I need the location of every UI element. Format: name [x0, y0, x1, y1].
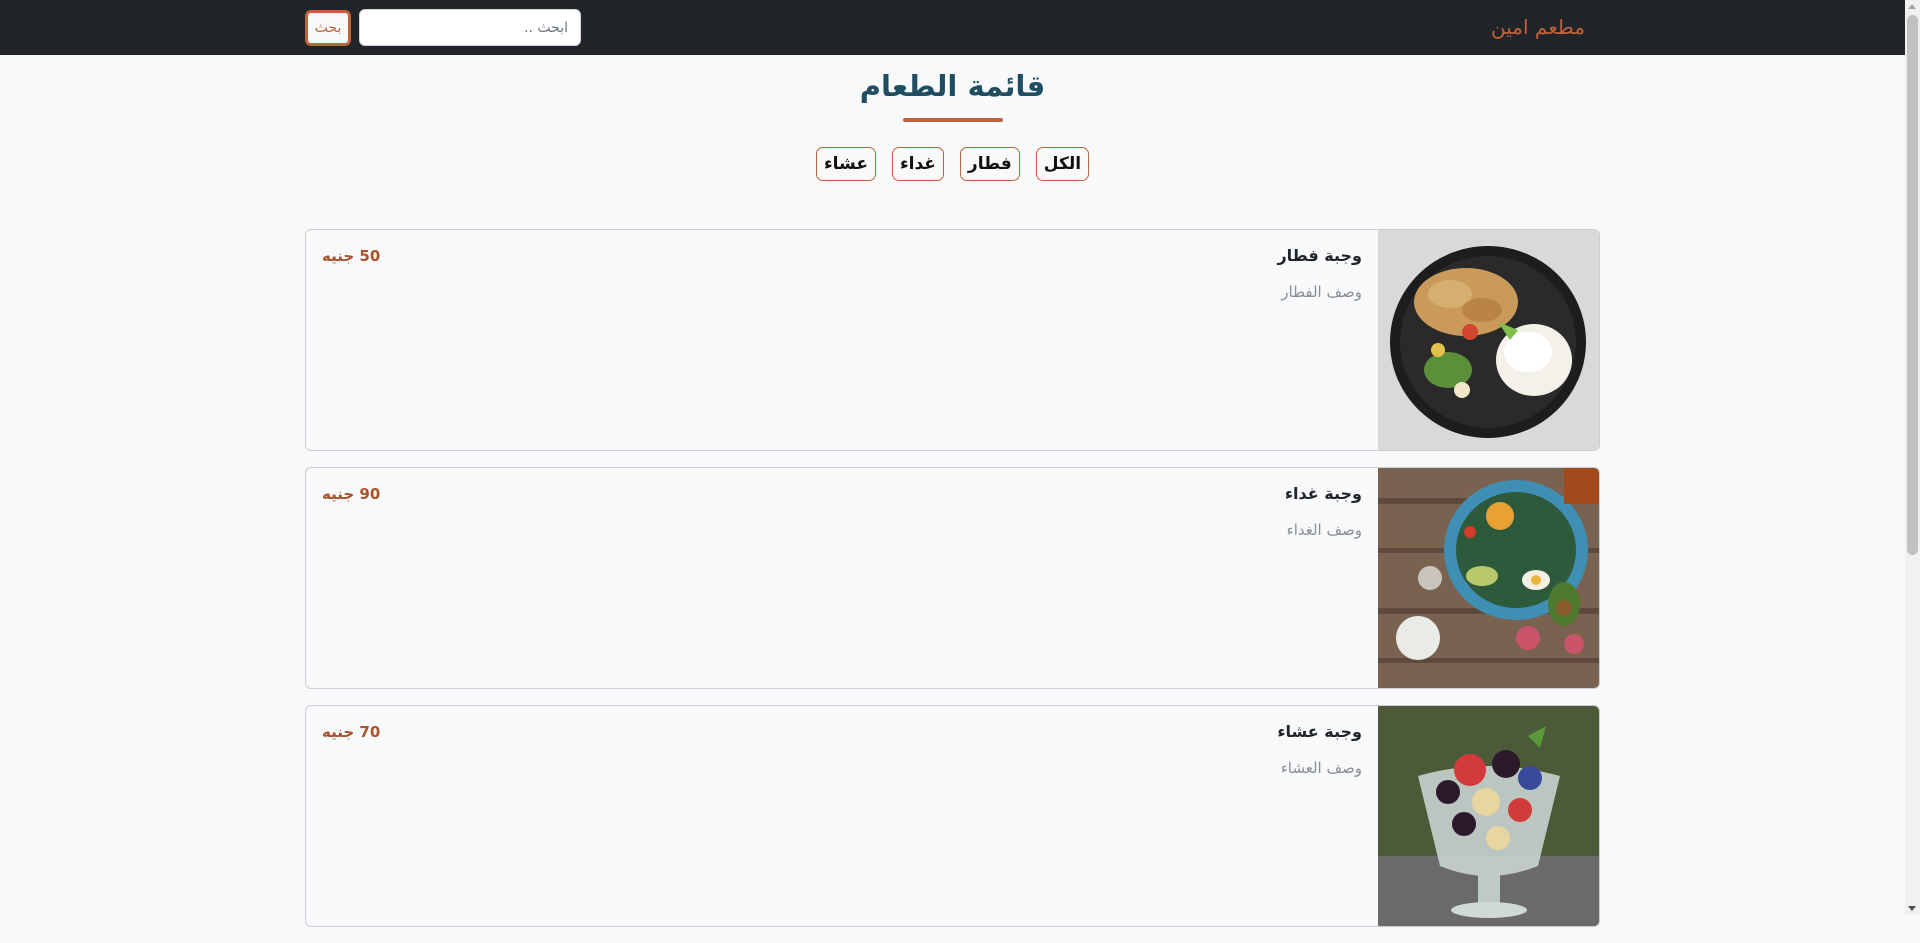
filter-breakfast-button[interactable]: فطار	[959, 147, 1020, 181]
page-title: قائمة الطعام	[859, 69, 1046, 103]
menu-item-image	[1378, 468, 1599, 688]
menu-item-image	[1378, 706, 1599, 926]
menu-item-card[interactable]: وجبة عشاء وصف العشاء 70 جنيه	[305, 705, 1600, 927]
salad-bowl-on-wooden-table-image	[1378, 468, 1599, 688]
menu-item-name: وجبة عشاء	[1277, 722, 1362, 741]
menu-item-description: وصف الغداء	[1286, 521, 1362, 539]
menu-item-price: 50 جنيه	[322, 247, 381, 265]
menu-item-description: وصف العشاء	[1280, 759, 1362, 777]
navbar: مطعم امين بحث	[0, 0, 1905, 55]
brand-logo-text[interactable]: مطعم امين	[1491, 13, 1585, 41]
filter-dinner-button[interactable]: عشاء	[815, 147, 876, 181]
page-scrollbar[interactable]	[1905, 0, 1920, 915]
menu-item-image	[1378, 230, 1599, 450]
search-button[interactable]: بحث	[305, 9, 351, 46]
search-form: بحث	[305, 9, 581, 46]
menu-item-card[interactable]: وجبة فطار وصف الفطار 50 جنيه	[305, 229, 1600, 451]
menu-item-price: 90 جنيه	[322, 485, 381, 503]
menu-item-description: وصف الفطار	[1281, 283, 1362, 301]
menu-item-card[interactable]: وجبة غداء وصف الغداء 90 جنيه	[305, 467, 1600, 689]
menu-item-price: 70 جنيه	[322, 723, 381, 741]
filter-all-button[interactable]: الكل	[1035, 147, 1090, 181]
plate-with-rice-and-chicken-image	[1378, 230, 1599, 450]
menu-item-name: وجبة غداء	[1284, 484, 1362, 503]
filter-lunch-button[interactable]: غداء	[891, 147, 944, 181]
fruit-cup-dessert-image	[1378, 706, 1599, 926]
menu-list: وجبة فطار وصف الفطار 50 جنيه وجبة غداء و…	[305, 229, 1600, 943]
scroll-down-arrow-icon[interactable]	[1908, 906, 1916, 911]
category-filters: الكل فطار غداء عشاء	[0, 147, 1905, 181]
search-input[interactable]	[359, 9, 581, 46]
scroll-up-arrow-icon[interactable]	[1908, 4, 1916, 9]
scroll-thumb[interactable]	[1907, 15, 1918, 555]
title-underline	[903, 118, 1003, 122]
menu-item-name: وجبة فطار	[1277, 246, 1362, 265]
